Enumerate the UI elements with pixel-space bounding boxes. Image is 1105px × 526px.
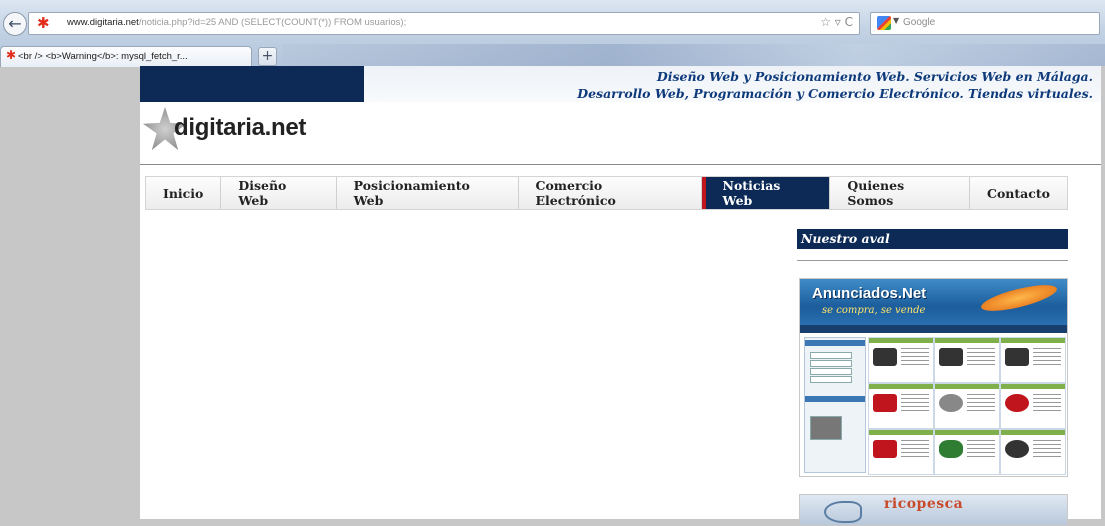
nav-item-contacto[interactable]: Contacto — [970, 177, 1067, 209]
tab-strip-background — [282, 44, 1105, 66]
header-band: Diseño Web y Posicionamiento Web. Servic… — [140, 66, 1101, 102]
search-placeholder: Google — [903, 17, 936, 28]
browser-toolbar: ← ✱ www.digitaria.net/noticia.php?id=25 … — [0, 0, 1105, 67]
ad-cell — [1000, 429, 1066, 475]
anunciados-slogan: se compra, se vende — [822, 305, 926, 316]
anunciados-brand: Anunciados.Net — [812, 285, 927, 302]
sidebar-heading: Nuestro aval — [797, 229, 1068, 249]
fish-icon — [824, 501, 862, 523]
nav-item-inicio[interactable]: Inicio — [146, 177, 222, 209]
address-bar[interactable]: ✱ www.digitaria.net/noticia.php?id=25 AN… — [28, 12, 860, 35]
tab-favicon-icon: ✱ — [6, 48, 17, 62]
panel-field — [810, 376, 852, 383]
header-divider — [140, 164, 1101, 165]
ad-cell — [1000, 337, 1066, 383]
google-engine-icon[interactable] — [877, 16, 891, 30]
ad-cell — [868, 337, 934, 383]
anunciados-badge-icon — [978, 279, 1060, 317]
header-navy-block — [140, 66, 364, 102]
header-tagline-2: Desarrollo Web, Programación y Comercio … — [577, 86, 1093, 101]
nav-item-comercio-electronico[interactable]: Comercio Electrónico — [519, 177, 702, 209]
panel-field — [810, 360, 852, 367]
site-favicon-icon: ✱ — [37, 14, 50, 32]
ad-cell — [934, 337, 1000, 383]
sidebar-divider — [797, 260, 1068, 261]
anunciados-banner[interactable]: Anunciados.Net se compra, se vende — [799, 278, 1068, 477]
anunciados-menubar — [800, 325, 1067, 333]
engine-dropdown-icon[interactable]: ▼ — [893, 16, 899, 25]
ad-cell — [934, 383, 1000, 429]
nav-item-diseno-web[interactable]: Diseño Web — [221, 177, 337, 209]
panel-field — [810, 368, 852, 375]
ad-cell — [1000, 383, 1066, 429]
nav-item-noticias-web[interactable]: Noticias Web — [701, 177, 831, 209]
url-domain: www.digitaria.net — [67, 17, 139, 28]
anunciados-search-panel — [804, 337, 866, 473]
panel-bar — [805, 340, 865, 346]
tab-active[interactable]: ✱ <br /> <b>Warning</b>: mysql_fetch_r..… — [0, 46, 252, 67]
header-tagline-1: Diseño Web y Posicionamiento Web. Servic… — [656, 69, 1093, 84]
panel-bar — [805, 396, 865, 402]
panel-field — [810, 352, 852, 359]
url-path: /noticia.php?id=25 AND (SELECT(COUNT(*))… — [138, 17, 407, 28]
ricopesca-banner[interactable]: ricopesca — [799, 494, 1068, 526]
ricopesca-brand: ricopesca — [884, 496, 964, 512]
nav-item-posicionamiento-web[interactable]: Posicionamiento Web — [337, 177, 519, 209]
web-page: Diseño Web y Posicionamiento Web. Servic… — [140, 66, 1101, 526]
site-logo[interactable]: digitaria.net — [174, 114, 306, 142]
back-arrow-icon: ← — [8, 14, 22, 33]
ad-cell — [868, 429, 934, 475]
new-tab-button[interactable]: + — [258, 47, 277, 66]
panel-thumb — [810, 416, 842, 440]
back-button[interactable]: ← — [3, 12, 27, 36]
anunciados-banner-header: Anunciados.Net se compra, se vende — [800, 279, 1067, 325]
url-text: www.digitaria.net/noticia.php?id=25 AND … — [67, 17, 406, 28]
ad-cell — [868, 383, 934, 429]
bookmark-reload-controls[interactable]: ☆ ▿ C — [820, 15, 853, 29]
tab-strip: ✱ <br /> <b>Warning</b>: mysql_fetch_r..… — [0, 44, 1105, 67]
tab-title: <br /> <b>Warning</b>: mysql_fetch_r... — [18, 51, 188, 62]
ad-cell — [934, 429, 1000, 475]
nav-item-quienes-somos[interactable]: Quienes Somos — [830, 177, 971, 209]
main-nav: Inicio Diseño Web Posicionamiento Web Co… — [145, 176, 1068, 210]
search-box[interactable]: ▼ Google — [870, 12, 1100, 35]
